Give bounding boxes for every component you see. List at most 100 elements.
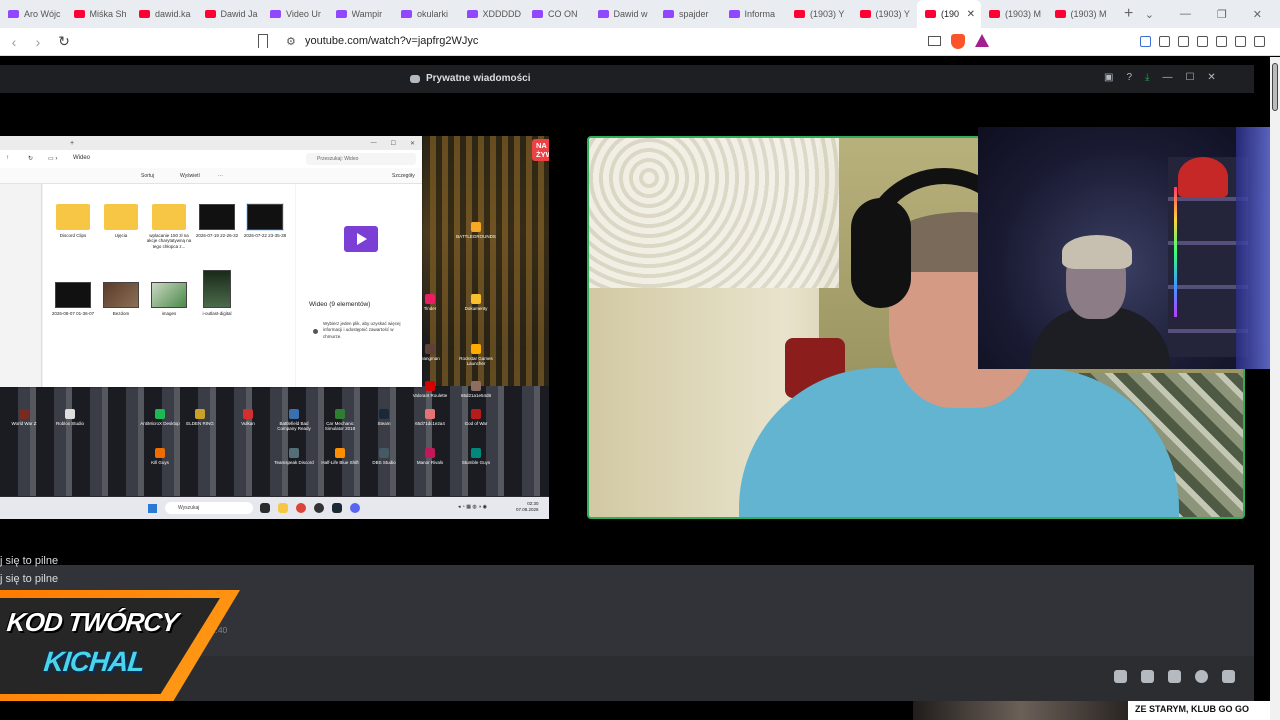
explorer-more-button[interactable]: ··· xyxy=(218,173,223,179)
browser-tab[interactable]: Wampir xyxy=(328,0,394,28)
desktop-shortcut[interactable]: Battlefield Bad Company Ready xyxy=(272,409,316,432)
explorer-sort-button[interactable]: Sortuj xyxy=(141,173,154,179)
browser-tab[interactable]: Dawid w xyxy=(590,0,656,28)
browser-tab[interactable]: Aro Wójc xyxy=(0,0,66,28)
tab-close-icon[interactable]: ✕ xyxy=(967,9,975,20)
explorer-file[interactable]: i-outlast-digital xyxy=(194,270,240,316)
wallet-icon[interactable] xyxy=(1197,36,1208,47)
desktop-shortcut[interactable]: Roblox Studio xyxy=(48,409,92,426)
inbox-icon[interactable]: ▣ xyxy=(1104,72,1113,83)
menu-icon[interactable] xyxy=(1254,36,1265,47)
desktop-shortcut[interactable]: Vulkan xyxy=(226,409,270,426)
browser-tab[interactable]: Miśka Sh xyxy=(66,0,132,28)
browser-tab[interactable]: Informa xyxy=(721,0,787,28)
chrome-icon[interactable] xyxy=(296,503,306,513)
explorer-file[interactable]: Discord Clips xyxy=(50,204,96,238)
brave-rewards-icon[interactable] xyxy=(975,34,989,47)
sidebar-icon[interactable] xyxy=(1178,36,1189,47)
browser-tab[interactable]: dawid.ka xyxy=(131,0,197,28)
brave-shields-icon[interactable] xyxy=(951,34,965,49)
desktop-shortcut[interactable]: Car Mechanic Simulator 2018 xyxy=(318,409,362,432)
desktop-shortcut[interactable]: Half-Life Blue Shift xyxy=(318,448,362,465)
emoji-icon[interactable] xyxy=(1195,670,1208,683)
new-tab-button[interactable]: + xyxy=(1124,5,1133,23)
desktop-shortcut[interactable]: God of War xyxy=(454,409,498,426)
explorer-file[interactable]: images xyxy=(146,282,192,316)
site-info-icon[interactable]: ⚙ xyxy=(286,35,296,48)
reload-icon[interactable]: ↻ xyxy=(54,33,74,50)
back-icon[interactable]: ‹ xyxy=(4,34,24,50)
file-explorer-icon[interactable] xyxy=(278,503,288,513)
browser-tab[interactable]: (1903) M xyxy=(981,0,1047,28)
desktop-shortcut[interactable]: DBS Studio xyxy=(362,448,406,465)
explorer-refresh-icon[interactable]: ↻ xyxy=(28,155,33,162)
forward-icon[interactable]: › xyxy=(28,34,48,50)
gif-icon[interactable] xyxy=(1141,670,1154,683)
explorer-file[interactable]: 2026-07-19 22-26-32 xyxy=(194,204,240,238)
desktop-shortcut[interactable]: Manor Rivals xyxy=(408,448,452,465)
browser-tab[interactable]: okularki xyxy=(393,0,459,28)
desktop-shortcut[interactable]: ELDEN RING xyxy=(178,409,222,426)
vpn-icon[interactable] xyxy=(1235,36,1246,47)
minimize-icon[interactable]: — xyxy=(1180,8,1191,21)
taskbar-clock[interactable]: 02:30 07.08.2026 xyxy=(516,501,539,513)
system-tray[interactable]: ◂ ◔ ▦ ◍ ◑ ◉ xyxy=(458,504,487,510)
desktop-shortcut[interactable]: Stumble Guys xyxy=(454,448,498,465)
browser-tab[interactable]: (1903) Y xyxy=(852,0,918,28)
discord-maximize-icon[interactable]: ☐ xyxy=(1185,72,1194,83)
close-icon[interactable]: ✕ xyxy=(1253,8,1262,21)
task-view-icon[interactable] xyxy=(260,503,270,513)
desktop-shortcut[interactable]: AntiMicroX Desktop xyxy=(138,409,182,426)
apps-icon[interactable] xyxy=(1222,670,1235,683)
explorer-file[interactable]: 2026-08-07 01-36-07 xyxy=(50,282,96,316)
steam-icon[interactable] xyxy=(332,503,342,513)
desktop-shortcut[interactable]: Teamspeak Discord xyxy=(272,448,316,465)
extensions-icon[interactable] xyxy=(1159,36,1170,47)
explorer-breadcrumb[interactable]: Wideo xyxy=(73,155,90,161)
browser-tab[interactable]: (190 ✕ xyxy=(917,0,981,28)
sticker-icon[interactable] xyxy=(1168,670,1181,683)
desktop-shortcut[interactable]: World War Z xyxy=(2,409,46,426)
explorer-maximize-icon[interactable]: ☐ xyxy=(391,140,396,147)
discord-minimize-icon[interactable]: — xyxy=(1162,72,1172,83)
video-player[interactable]: Prywatne wiadomości ▣ ? ⤓ — ☐ ✕ World Wa… xyxy=(0,57,1270,720)
help-icon[interactable]: ? xyxy=(1126,72,1132,83)
next-video-teaser[interactable]: ZE STARYM, KLUB GO GO xyxy=(913,701,1270,720)
desktop-shortcut[interactable]: Steam xyxy=(362,409,406,426)
browser-tab[interactable]: spajder xyxy=(655,0,721,28)
explorer-file[interactable]: Ujęcia xyxy=(98,204,144,238)
explorer-view-button[interactable]: Wyświetl xyxy=(180,173,200,179)
gift-icon[interactable] xyxy=(1114,670,1127,683)
explorer-file[interactable]: 2026-07-22 23-35-38 xyxy=(242,203,288,238)
page-scrollbar[interactable] xyxy=(1270,57,1280,720)
start-icon[interactable] xyxy=(148,504,157,513)
explorer-new-tab-icon[interactable]: + xyxy=(70,140,74,147)
desktop-shortcut[interactable]: Dokumenty xyxy=(454,294,498,311)
discord-close-icon[interactable]: ✕ xyxy=(1207,72,1215,83)
tab-search-icon[interactable]: ⌄ xyxy=(1145,8,1154,21)
desktop-shortcut[interactable]: BATTLEGROUNDS xyxy=(454,222,498,239)
screen-share-tile[interactable]: World War Z Roblox Studio AntiMicroX Deskt… xyxy=(0,136,549,519)
cast-icon[interactable] xyxy=(928,36,941,46)
url-field[interactable]: youtube.com/watch?v=japfrg2WJyc xyxy=(305,35,478,47)
browser-tab[interactable]: XDDDDD xyxy=(459,0,525,28)
scrollbar-thumb[interactable] xyxy=(1272,63,1278,111)
explorer-file[interactable]: Bezdom xyxy=(98,282,144,316)
browser-tab[interactable]: CO ON xyxy=(524,0,590,28)
desktop-shortcut[interactable]: 65d71dc1e2a4 xyxy=(408,409,452,426)
obs-icon[interactable] xyxy=(314,503,324,513)
desktop-shortcut[interactable]: Rockstar Games Launcher xyxy=(454,344,498,367)
explorer-search[interactable]: Przeszukaj: Wideo xyxy=(306,153,416,165)
desktop-shortcut[interactable]: 65d21a1e54d8 xyxy=(454,381,498,398)
translate-icon[interactable] xyxy=(1140,36,1151,47)
explorer-close-icon[interactable]: ✕ xyxy=(410,140,415,147)
explorer-details-button[interactable]: Szczegóły xyxy=(392,173,415,179)
restore-icon[interactable]: ❐ xyxy=(1217,8,1227,21)
taskbar-search[interactable]: Wyszukaj xyxy=(165,502,253,514)
explorer-file[interactable]: wplacanie 150 zł na akcje charytatywną n… xyxy=(146,204,192,249)
explorer-up-icon[interactable]: ↑ xyxy=(6,155,9,161)
browser-tab[interactable]: Video Ur xyxy=(262,0,328,28)
browser-tab[interactable]: Dawid Ja xyxy=(197,0,263,28)
browser-tab[interactable]: (1903) M xyxy=(1047,0,1113,28)
leo-icon[interactable] xyxy=(1216,36,1227,47)
